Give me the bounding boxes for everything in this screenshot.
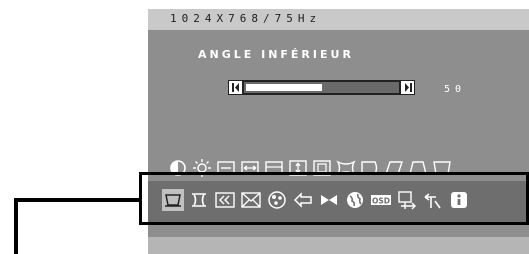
callout-leader-horizontal — [14, 198, 139, 202]
slider-track[interactable] — [243, 81, 400, 94]
decrease-arrow-icon[interactable] — [229, 81, 243, 94]
callout-leader-vertical — [14, 198, 18, 254]
status-bar: 1024X768/75Hz — [148, 9, 529, 30]
slider-value: 50 — [444, 84, 467, 95]
adjust-slider[interactable] — [228, 80, 415, 95]
slider-fill — [246, 84, 322, 91]
increase-arrow-icon[interactable] — [400, 81, 414, 94]
callout-highlight-box — [139, 172, 529, 225]
menu-title: ANGLE INFÉRIEUR — [198, 48, 354, 61]
resolution-text: 1024X768/75Hz — [170, 12, 322, 25]
footer-bar — [148, 237, 529, 254]
